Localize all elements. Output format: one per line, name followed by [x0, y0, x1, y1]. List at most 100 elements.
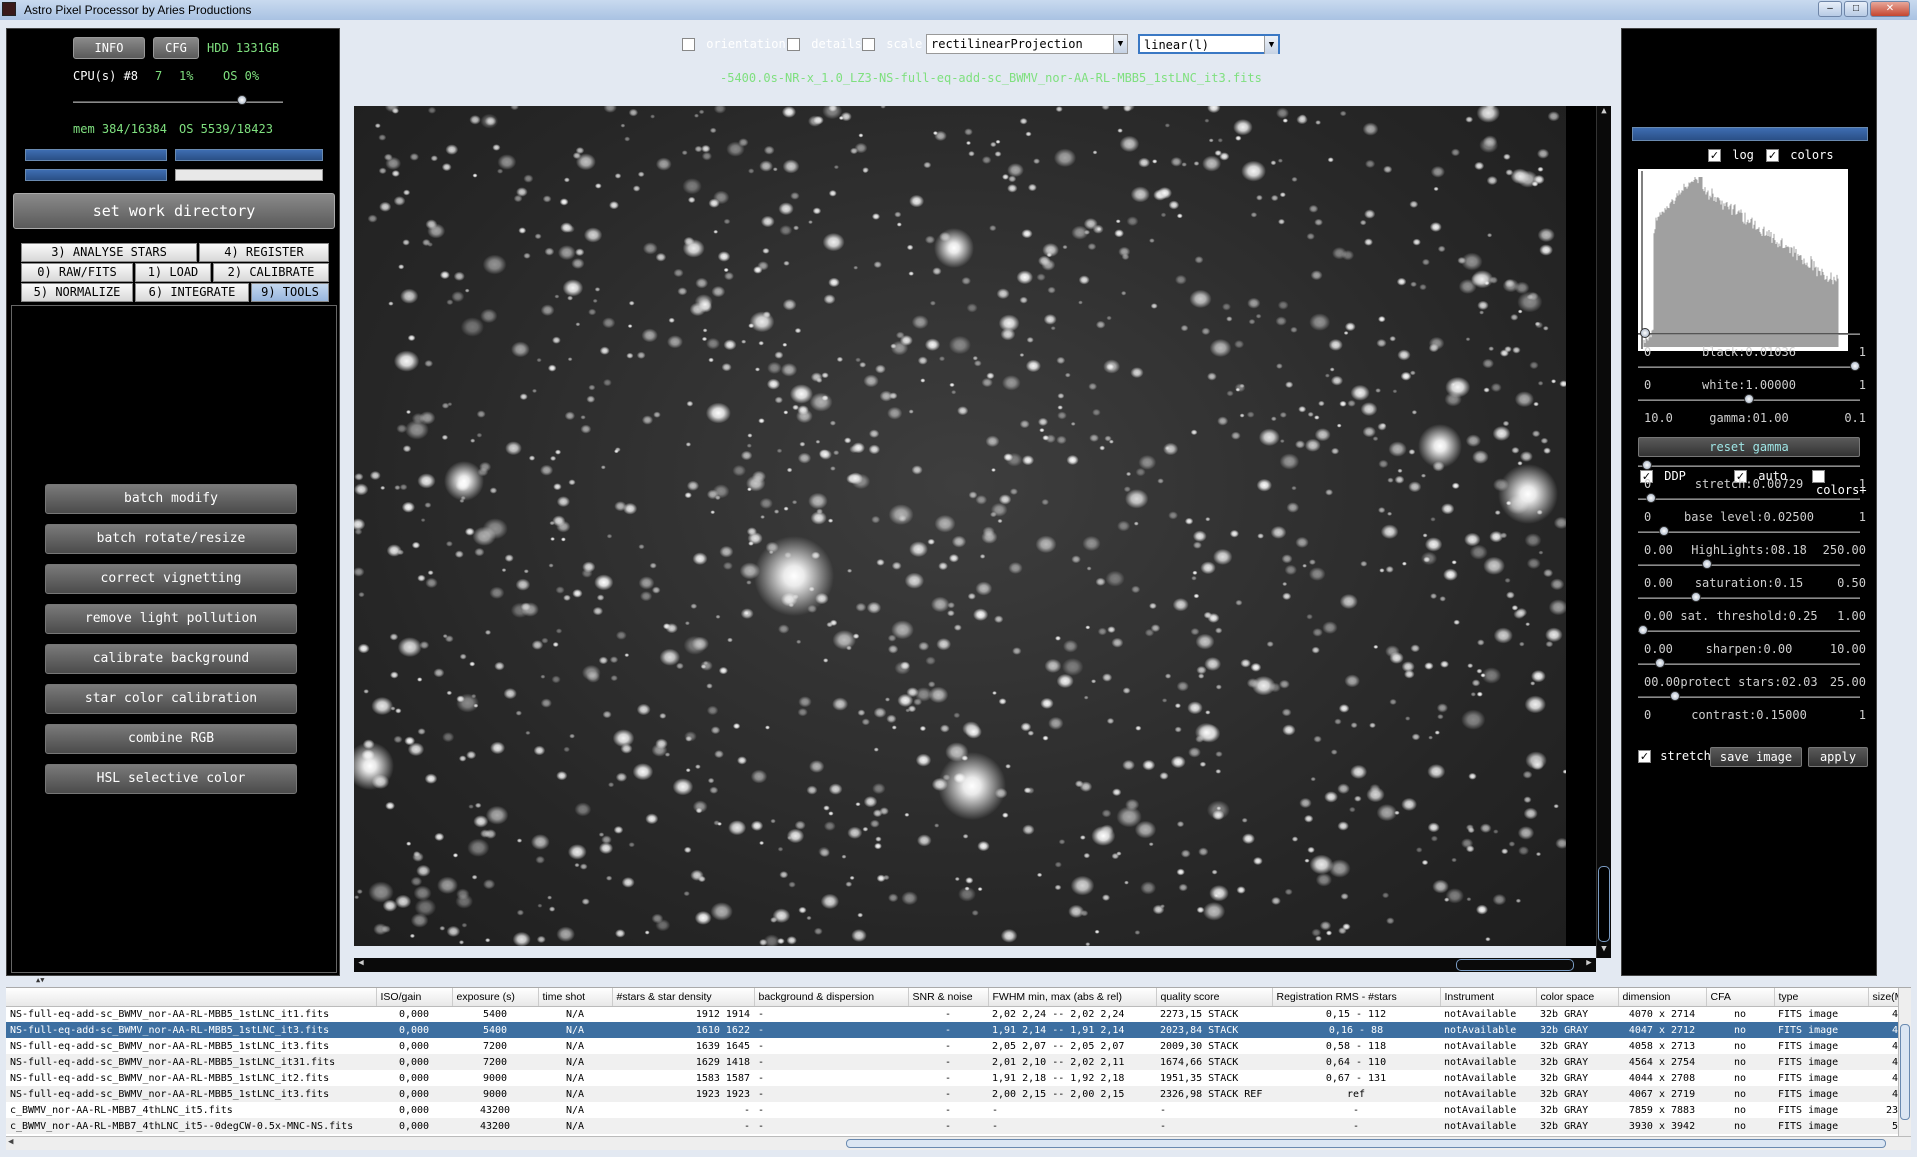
combine-rgb-button[interactable]: combine RGB: [45, 724, 297, 754]
table-row[interactable]: NS-full-eq-add-sc_BWMV_nor-AA-RL-MBB5_1s…: [6, 1006, 1898, 1022]
vertical-scrollbar-thumb[interactable]: [1598, 866, 1610, 942]
table-vertical-scrollbar-thumb[interactable]: [1900, 1024, 1910, 1120]
column-header[interactable]: type: [1774, 988, 1868, 1006]
tab-integrate[interactable]: 6) INTEGRATE: [135, 283, 249, 302]
slider-track-5[interactable]: [1638, 498, 1860, 500]
projection-select[interactable]: rectilinearProjection ▼: [926, 34, 1128, 54]
scroll-right-icon[interactable]: ▶: [1582, 958, 1596, 972]
column-header[interactable]: size(MB: [1868, 988, 1898, 1006]
tab-analyse-stars[interactable]: 3) ANALYSE STARS: [21, 243, 197, 262]
tab-load[interactable]: 1) LOAD: [135, 263, 211, 282]
scroll-up-icon[interactable]: ▲: [1598, 106, 1610, 120]
table-row[interactable]: c_BWMV_nor-AA-RL-MBB7_4thLNC_it5.fits 0,0…: [6, 1102, 1898, 1118]
slider-track-4[interactable]: [1638, 465, 1860, 467]
tab-tools[interactable]: 9) TOOLS: [251, 283, 329, 302]
column-header[interactable]: CFA: [1706, 988, 1774, 1006]
slider-knob-10[interactable]: [1655, 658, 1665, 668]
column-header[interactable]: dimension: [1618, 988, 1706, 1006]
scroll-left-icon[interactable]: ◀: [354, 958, 368, 972]
column-header[interactable]: background & dispersion: [754, 988, 908, 1006]
colors-checkbox[interactable]: ✓: [1766, 149, 1779, 162]
slider-track-1[interactable]: [1638, 366, 1860, 368]
scale-checkbox-group[interactable]: scale: [862, 37, 922, 51]
calibrate-background-button[interactable]: calibrate background: [45, 644, 297, 674]
stretch-checkbox[interactable]: ✓: [1638, 750, 1651, 763]
slider-knob-5[interactable]: [1646, 493, 1656, 503]
maximize-icon[interactable]: □: [1844, 1, 1868, 17]
slider-track-9[interactable]: [1638, 630, 1860, 632]
table-horizontal-scrollbar-thumb[interactable]: [846, 1139, 1886, 1148]
orientation-checkbox-group[interactable]: orientation: [682, 37, 786, 51]
slider-track-7[interactable]: [1638, 564, 1860, 566]
column-header[interactable]: SNR & noise: [908, 988, 988, 1006]
details-checkbox[interactable]: [787, 38, 800, 51]
table-row[interactable]: NS-full-eq-add-sc_BWMV_nor-AA-RL-MBB5_1s…: [6, 1070, 1898, 1086]
table-vertical-scrollbar[interactable]: [1898, 988, 1911, 1136]
close-icon[interactable]: ✕: [1870, 1, 1910, 17]
table-row[interactable]: NS-full-eq-add-sc_BWMV_nor-AA-RL-MBB5_1s…: [6, 1054, 1898, 1070]
slider-knob-7[interactable]: [1702, 559, 1712, 569]
log-checkbox-group[interactable]: ✓ log: [1708, 148, 1754, 162]
horizontal-scrollbar[interactable]: ◀ ▶: [354, 958, 1596, 972]
stretch-mode-select[interactable]: linear(l) ▼: [1138, 34, 1280, 54]
cpu-slider[interactable]: [73, 101, 283, 103]
slider-knob-1[interactable]: [1850, 361, 1860, 371]
column-header[interactable]: time shot: [538, 988, 612, 1006]
column-header[interactable]: Instrument: [1440, 988, 1536, 1006]
stretch-checkbox-group[interactable]: ✓ stretch: [1638, 749, 1711, 763]
info-button[interactable]: INFO: [73, 37, 145, 59]
column-header[interactable]: #stars & star density: [612, 988, 754, 1006]
minimize-icon[interactable]: –: [1818, 1, 1842, 17]
table-horizontal-scrollbar[interactable]: ◀: [6, 1136, 1911, 1150]
column-header[interactable]: quality score: [1156, 988, 1272, 1006]
slider-knob-9[interactable]: [1638, 625, 1648, 635]
splitter[interactable]: ▲▼: [6, 978, 1911, 988]
column-header[interactable]: [6, 988, 376, 1006]
tab-register[interactable]: 4) REGISTER: [199, 243, 329, 262]
column-header[interactable]: ISO/gain: [376, 988, 452, 1006]
apply-button[interactable]: apply: [1808, 747, 1868, 767]
table-row[interactable]: NS-full-eq-add-sc_BWMV_nor-AA-RL-MBB5_1s…: [6, 1038, 1898, 1054]
table-scroll-left-icon[interactable]: ◀: [8, 1137, 13, 1147]
set-work-directory-button[interactable]: set work directory: [13, 193, 335, 229]
tab-normalize[interactable]: 5) NORMALIZE: [21, 283, 133, 302]
orientation-checkbox[interactable]: [682, 38, 695, 51]
batch-modify-button[interactable]: batch modify: [45, 484, 297, 514]
vertical-scrollbar[interactable]: ▲ ▼: [1596, 106, 1611, 958]
column-header[interactable]: color space: [1536, 988, 1618, 1006]
batch-rotate-resize-button[interactable]: batch rotate/resize: [45, 524, 297, 554]
colors-checkbox-group[interactable]: ✓ colors: [1766, 148, 1834, 162]
chevron-down-icon[interactable]: ▼: [1113, 35, 1127, 53]
column-header[interactable]: FWHM min, max (abs & rel): [988, 988, 1156, 1006]
slider-track-10[interactable]: [1638, 663, 1860, 665]
scale-checkbox[interactable]: [862, 38, 875, 51]
slider-knob-2[interactable]: [1744, 394, 1754, 404]
scroll-down-icon[interactable]: ▼: [1598, 944, 1610, 958]
table-row[interactable]: NS-full-eq-add-sc_BWMV_nor-AA-RL-MBB5_1s…: [6, 1022, 1898, 1038]
horizontal-scrollbar-thumb[interactable]: [1456, 959, 1574, 971]
slider-track-8[interactable]: [1638, 597, 1860, 599]
slider-knob-6[interactable]: [1659, 526, 1669, 536]
hsl-selective-color-button[interactable]: HSL selective color: [45, 764, 297, 794]
slider-track-0[interactable]: [1638, 333, 1860, 335]
table-row[interactable]: c_BWMV_nor-AA-RL-MBB7_4thLNC_it5--0degCW…: [6, 1118, 1898, 1134]
details-checkbox-group[interactable]: details: [787, 37, 862, 51]
star-color-calibration-button[interactable]: star color calibration: [45, 684, 297, 714]
column-header[interactable]: Registration RMS - #stars: [1272, 988, 1440, 1006]
reset-gamma-button[interactable]: reset gamma: [1638, 437, 1860, 457]
tab-raw-fits[interactable]: 0) RAW/FITS: [21, 263, 133, 282]
splitter-arrows-icon[interactable]: ▲▼: [36, 976, 44, 984]
correct-vignetting-button[interactable]: correct vignetting: [45, 564, 297, 594]
table-row[interactable]: NS-full-eq-add-sc_BWMV_nor-AA-RL-MBB5_1s…: [6, 1086, 1898, 1102]
cfg-button[interactable]: CFG: [153, 37, 199, 59]
image-viewer[interactable]: [354, 106, 1566, 946]
remove-light-pollution-button[interactable]: remove light pollution: [45, 604, 297, 634]
slider-knob-11[interactable]: [1670, 691, 1680, 701]
cpu-slider-knob[interactable]: [237, 95, 247, 105]
chevron-down-icon[interactable]: ▼: [1264, 36, 1278, 54]
column-header[interactable]: exposure (s): [452, 988, 538, 1006]
tab-calibrate[interactable]: 2) CALIBRATE: [213, 263, 329, 282]
slider-track-6[interactable]: [1638, 531, 1860, 533]
log-checkbox[interactable]: ✓: [1708, 149, 1721, 162]
save-image-button[interactable]: save image: [1710, 747, 1802, 767]
